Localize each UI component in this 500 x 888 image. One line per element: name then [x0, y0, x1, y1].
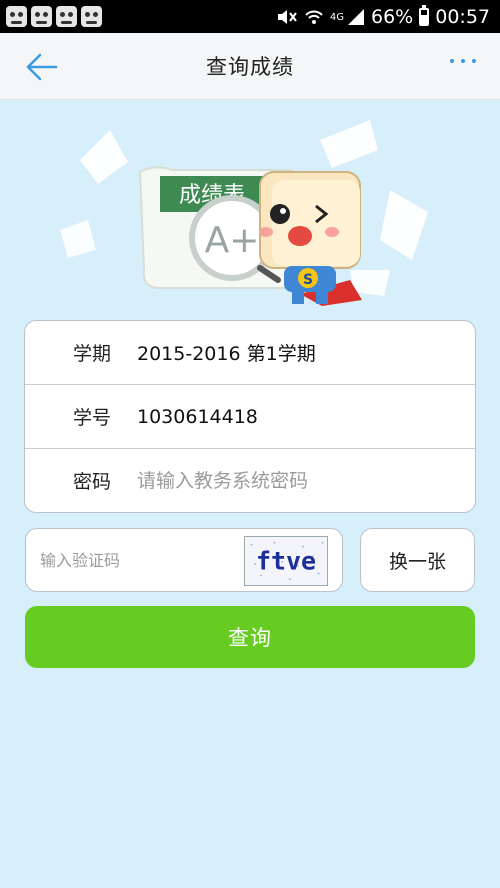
mascot-badge-text: S	[303, 272, 313, 288]
status-bar: 4G 66% 00:57	[0, 0, 500, 33]
captcha-field: ftve	[25, 528, 343, 592]
student-id-label: 学号	[73, 407, 112, 429]
semester-value[interactable]: 2015-2016 第1学期	[137, 339, 316, 366]
captcha-input[interactable]	[40, 550, 220, 570]
grade-query-form: 学期 2015-2016 第1学期 学号 1030614418 密码	[24, 320, 476, 513]
back-arrow-icon[interactable]	[24, 51, 60, 83]
app-notification-icon	[81, 6, 102, 27]
network-type-label: 4G	[329, 11, 344, 23]
student-id-row: 学号 1030614418	[25, 385, 475, 449]
system-status: 4G 66% 00:57	[276, 4, 490, 28]
app-header: 查询成绩	[0, 33, 500, 100]
grade-text: A+	[205, 220, 260, 261]
app-notification-icon	[56, 6, 77, 27]
password-label: 密码	[73, 471, 112, 493]
grade-report-illustration: 成绩表 A+ S	[60, 120, 428, 306]
battery-icon	[419, 4, 430, 26]
app-notification-icon	[6, 6, 27, 27]
captcha-image[interactable]: ftve	[244, 536, 328, 586]
battery-percent: 66%	[371, 5, 414, 28]
semester-row[interactable]: 学期 2015-2016 第1学期	[25, 321, 475, 385]
password-input[interactable]	[137, 469, 437, 492]
more-icon[interactable]	[450, 59, 476, 63]
page-title: 查询成绩	[206, 55, 294, 79]
clock-time: 00:57	[435, 5, 490, 28]
captcha-code-text: ftve	[256, 547, 316, 576]
semester-label: 学期	[73, 343, 112, 365]
student-id-value[interactable]: 1030614418	[137, 406, 258, 428]
password-row: 密码	[25, 449, 475, 512]
refresh-captcha-button[interactable]: 换一张	[360, 528, 475, 592]
wifi-icon	[305, 10, 323, 24]
app-notification-icon	[31, 6, 52, 27]
signal-icon	[348, 8, 364, 25]
notification-icons	[6, 6, 102, 27]
mute-icon	[277, 9, 297, 24]
query-button[interactable]: 查询	[25, 606, 475, 668]
